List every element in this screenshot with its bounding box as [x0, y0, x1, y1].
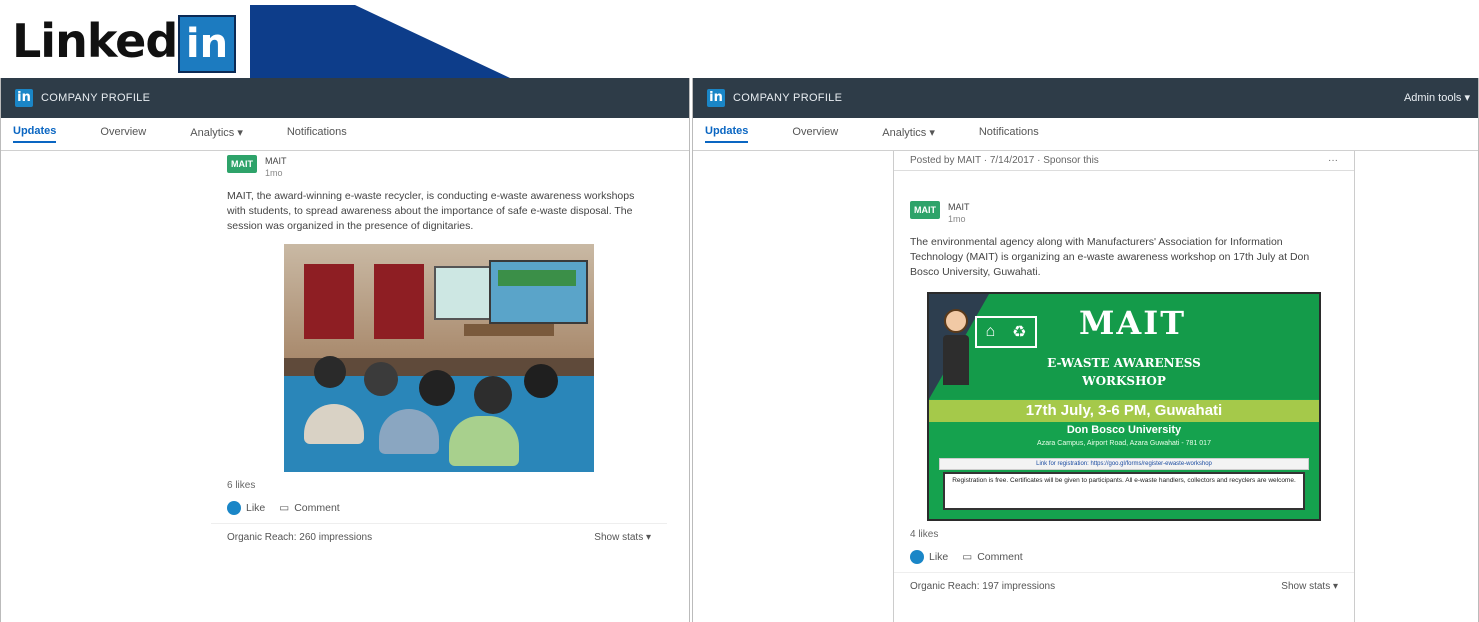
tab-overview[interactable]: Overview — [100, 126, 146, 142]
post-stats: Organic Reach: 197 impressions Show stat… — [894, 572, 1354, 600]
post-actions: Like ▭ Comment — [211, 493, 667, 523]
page-title: COMPANY PROFILE — [733, 92, 843, 104]
photo-curtain — [374, 264, 424, 339]
post-time: 1mo — [265, 168, 283, 178]
poster-note: Registration is free. Certificates will … — [943, 472, 1305, 510]
poster-title: E-WASTE AWARENESS — [1047, 356, 1201, 370]
post-text: The environmental agency along with Manu… — [910, 236, 1310, 278]
tab-updates[interactable]: Updates — [705, 125, 749, 143]
photo-podium — [464, 324, 554, 336]
post-text: MAIT, the award-winning e-waste recycler… — [227, 190, 635, 232]
tab-analytics[interactable]: Analytics ▾ — [882, 126, 935, 143]
tab-notifications[interactable]: Notifications — [979, 126, 1039, 142]
post-meta: MAIT 1mo — [265, 155, 287, 179]
page-title: COMPANY PROFILE — [41, 92, 151, 104]
comment-button[interactable]: ▭ Comment — [962, 551, 1022, 563]
linkedin-icon[interactable]: in — [15, 89, 33, 107]
likes-count[interactable]: 4 likes — [894, 521, 1354, 542]
comment-button[interactable]: ▭ Comment — [279, 502, 339, 514]
photo-curtain — [304, 264, 354, 339]
post-header: MAIT MAIT 1mo — [894, 197, 1354, 229]
workshop-poster[interactable]: ⌂ ♻ MAIT E-WASTE AWARENESS WORKSHOP 17th… — [927, 292, 1321, 521]
poster-registration: Link for registration: https://goo.gl/fo… — [939, 458, 1309, 470]
recycle-icon-box: ⌂ ♻ — [975, 316, 1037, 348]
more-options-icon[interactable]: ··· — [1328, 155, 1338, 166]
tab-bar: Updates Overview Analytics ▾ Notificatio… — [693, 118, 1478, 151]
presenter-head — [944, 309, 968, 333]
like-label: Like — [246, 502, 266, 514]
company-logo[interactable]: MAIT — [227, 155, 257, 173]
post-header: MAIT MAIT 1mo — [211, 151, 667, 183]
tab-notifications[interactable]: Notifications — [287, 126, 347, 142]
tab-analytics[interactable]: Analytics ▾ — [190, 126, 243, 143]
post-stats: Organic Reach: 260 impressions Show stat… — [211, 523, 667, 551]
thumbs-up-icon — [910, 550, 924, 564]
like-button[interactable]: Like — [910, 550, 948, 564]
recycle-icon: ♻ — [1012, 324, 1027, 341]
feed: Posted by MAIT · 7/14/2017 · Sponsor thi… — [893, 151, 1355, 622]
photo-screen — [434, 266, 494, 320]
linkedin-icon[interactable]: in — [707, 89, 725, 107]
linkedin-logo-box: in — [178, 15, 236, 73]
show-stats-link[interactable]: Show stats ▾ — [594, 532, 651, 543]
audience-head — [364, 362, 398, 396]
likes-count[interactable]: 6 likes — [211, 472, 667, 493]
company-name[interactable]: MAIT — [265, 155, 287, 167]
impressions-text: Organic Reach: 260 impressions — [227, 532, 373, 543]
post-time: 1mo — [948, 214, 966, 224]
comment-icon: ▭ — [279, 502, 290, 514]
audience-head — [314, 356, 346, 388]
audience-head — [524, 364, 558, 398]
like-label: Like — [929, 551, 949, 563]
feed: MAIT MAIT 1mo MAIT, the award-winning e-… — [211, 151, 667, 622]
impressions-text: Organic Reach: 197 impressions — [910, 581, 1056, 592]
comment-icon: ▭ — [962, 551, 973, 563]
left-company-page: in COMPANY PROFILE Updates Overview Anal… — [0, 78, 690, 622]
audience-shirt — [449, 416, 519, 466]
poster-brand: MAIT — [1079, 304, 1187, 342]
workshop-photo[interactable] — [284, 244, 594, 472]
top-bar: in COMPANY PROFILE Admin tools ▾ — [693, 78, 1478, 118]
poster-date: 17th July, 3-6 PM, Guwahati — [929, 400, 1319, 422]
comment-label: Comment — [294, 502, 340, 514]
tab-bar: Updates Overview Analytics ▾ Notificatio… — [1, 118, 689, 151]
photo-banner — [498, 270, 576, 286]
post-actions: Like ▭ Comment — [894, 542, 1354, 572]
company-logo[interactable]: MAIT — [910, 201, 940, 219]
audience-head — [419, 370, 455, 406]
admin-tools-menu[interactable]: Admin tools ▾ — [1404, 91, 1470, 104]
sponsor-bar: Posted by MAIT · 7/14/2017 · Sponsor thi… — [894, 151, 1354, 171]
right-sidebar — [1352, 151, 1478, 622]
thumbs-up-icon — [227, 501, 241, 515]
linkedin-logo-text: Linked — [12, 14, 178, 68]
right-company-page: in COMPANY PROFILE Admin tools ▾ Updates… — [692, 78, 1479, 622]
poster-address: Azara Campus, Airport Road, Azara Guwaha… — [1037, 440, 1211, 447]
comment-label: Comment — [977, 551, 1023, 563]
tab-updates[interactable]: Updates — [13, 125, 57, 143]
post-meta: MAIT 1mo — [948, 201, 970, 225]
house-icon: ⌂ — [985, 323, 996, 340]
like-button[interactable]: Like — [227, 501, 265, 515]
linkedin-logo-banner: Linked in — [0, 0, 520, 80]
poster-venue: Don Bosco University — [1066, 424, 1182, 436]
show-stats-link[interactable]: Show stats ▾ — [1281, 581, 1338, 592]
posted-by-text[interactable]: Posted by MAIT · 7/14/2017 · Sponsor thi… — [910, 155, 1099, 166]
company-name[interactable]: MAIT — [948, 201, 970, 213]
audience-head — [474, 376, 512, 414]
poster-subtitle: WORKSHOP — [1082, 374, 1166, 388]
top-bar: in COMPANY PROFILE — [1, 78, 689, 118]
tab-overview[interactable]: Overview — [792, 126, 838, 142]
